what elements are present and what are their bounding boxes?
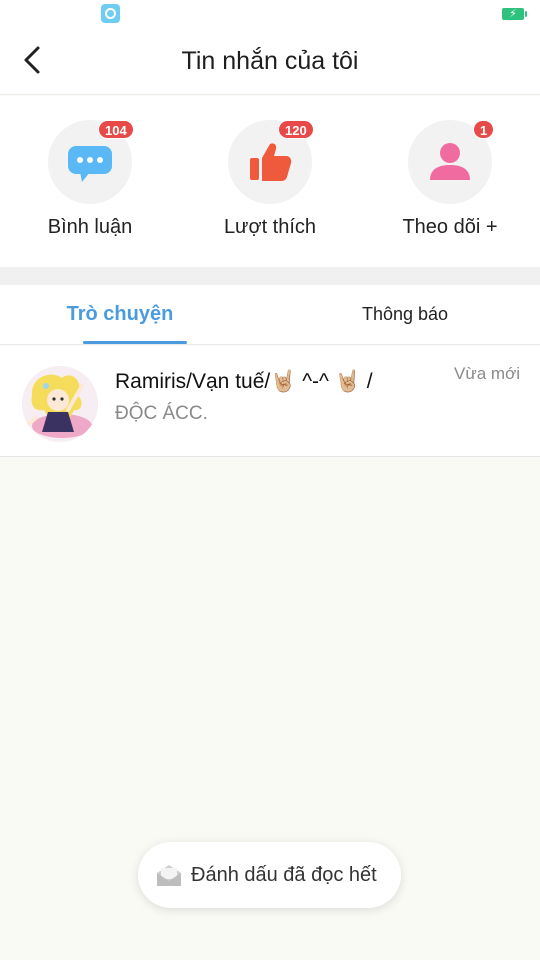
header: Tin nhắn của tôi bbox=[0, 28, 540, 95]
avatar bbox=[22, 366, 98, 442]
chevron-left-icon bbox=[24, 46, 40, 74]
likes-button[interactable]: 120 Lượt thích bbox=[180, 120, 360, 250]
conversation-list: Ramiris/Vạn tuế/🤘🏼 ^-^ 🤘🏼 / ĐỘC ÁCC. Vừa… bbox=[0, 346, 540, 457]
tab-chat[interactable]: Trò chuyện bbox=[40, 285, 200, 345]
followers-button[interactable]: 1 Theo dõi + bbox=[360, 120, 540, 250]
page-title: Tin nhắn của tôi bbox=[181, 47, 359, 75]
conversation-preview: ĐỘC ÁCC. bbox=[115, 403, 208, 424]
app-notification-icon bbox=[101, 4, 120, 23]
status-bar: ⚡ bbox=[0, 0, 540, 28]
mark-all-read-label: Đánh dấu đã đọc hết bbox=[191, 864, 377, 886]
anime-character-avatar-icon bbox=[22, 366, 98, 442]
followers-label: Theo dõi + bbox=[402, 216, 498, 238]
conversation-time: Vừa mới bbox=[454, 364, 520, 383]
thumbs-up-icon bbox=[250, 143, 292, 181]
likes-badge: 120 bbox=[278, 120, 314, 139]
comments-badge: 104 bbox=[98, 120, 134, 139]
messages-screen: ⚡ Tin nhắn của tôi 104 Bình luận 120 Lượ… bbox=[0, 0, 540, 960]
list-item[interactable]: Ramiris/Vạn tuế/🤘🏼 ^-^ 🤘🏼 / ĐỘC ÁCC. Vừa… bbox=[0, 346, 540, 456]
quick-actions: 104 Bình luận 120 Lượt thích 1 Theo dõi bbox=[0, 96, 540, 267]
person-icon bbox=[430, 143, 470, 180]
followers-badge: 1 bbox=[473, 120, 495, 139]
likes-label: Lượt thích bbox=[223, 216, 317, 238]
active-tab-indicator bbox=[83, 341, 187, 344]
tab-notifications[interactable]: Thông báo bbox=[325, 285, 485, 345]
section-divider bbox=[0, 267, 540, 285]
back-button[interactable] bbox=[14, 40, 54, 80]
open-envelope-icon bbox=[156, 863, 182, 887]
tab-bar: Trò chuyện Thông báo bbox=[0, 285, 540, 345]
mark-all-read-button[interactable]: Đánh dấu đã đọc hết bbox=[138, 842, 401, 908]
chat-bubble-icon bbox=[68, 146, 112, 182]
comments-button[interactable]: 104 Bình luận bbox=[0, 120, 180, 250]
battery-charging-icon: ⚡ bbox=[502, 8, 527, 20]
conversation-name: Ramiris/Vạn tuế/🤘🏼 ^-^ 🤘🏼 / bbox=[115, 370, 373, 393]
comments-label: Bình luận bbox=[47, 216, 133, 238]
